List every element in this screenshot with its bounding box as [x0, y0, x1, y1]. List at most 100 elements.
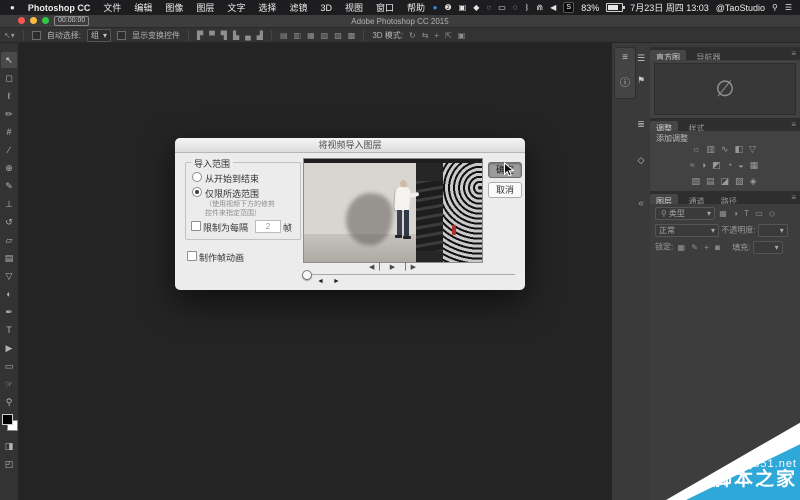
lock-all-icon[interactable]: ◙: [715, 243, 720, 252]
align-top-icon[interactable]: ▙: [233, 31, 239, 40]
hand-tool[interactable]: ☞: [1, 376, 17, 392]
blend-mode-dropdown[interactable]: 正常▾: [655, 224, 719, 237]
adjustment-vibrance-icon[interactable]: ▽: [749, 144, 762, 154]
adjustment-curves-icon[interactable]: ∿: [721, 144, 735, 154]
panel-menu-icon[interactable]: ≡: [791, 47, 800, 58]
bluetooth-icon[interactable]: ᛒ: [525, 3, 530, 12]
3d-slide-icon[interactable]: ⇱: [445, 31, 452, 40]
adjustment-gradient-map-icon[interactable]: ▨: [735, 176, 750, 186]
3d-roll-icon[interactable]: ⇆: [422, 31, 429, 40]
align-right-icon[interactable]: ▜: [221, 31, 227, 40]
path-selection-tool[interactable]: ▶: [1, 340, 17, 356]
range-full-radio[interactable]: [192, 172, 202, 182]
opacity-dropdown[interactable]: ▾: [758, 224, 788, 237]
adjustment-levels-icon[interactable]: ▥: [706, 144, 721, 154]
align-bottom-icon[interactable]: ▟: [257, 31, 263, 40]
notification-center-icon[interactable]: ☰: [785, 3, 792, 12]
camera-icon[interactable]: ▣: [459, 3, 467, 12]
menu-3d[interactable]: 3D: [320, 3, 332, 13]
blur-tool[interactable]: ▽: [1, 268, 17, 284]
menubar-account[interactable]: @TaoStudio: [716, 3, 765, 13]
filter-type-icon[interactable]: T: [744, 209, 749, 218]
menu-image[interactable]: 图像: [165, 1, 183, 14]
trim-out-marker[interactable]: ►: [333, 278, 340, 285]
limit-frames-label[interactable]: 限制为每隔: [203, 221, 248, 234]
distribute-icon[interactable]: ▦: [307, 31, 315, 40]
adjustment-photo-filter-icon[interactable]: ◔: [727, 160, 738, 170]
layer-filter-dropdown[interactable]: ⚲类型 ▾: [655, 207, 715, 220]
spotlight-icon[interactable]: ⚲: [772, 3, 778, 12]
3d-rotate-icon[interactable]: ↻: [409, 31, 416, 40]
notes-panel-icon[interactable]: ⚑: [634, 75, 648, 86]
crop-tool[interactable]: #: [1, 124, 17, 140]
adjustment-hue-saturation-icon[interactable]: ≈: [690, 160, 701, 170]
limit-frames-checkbox[interactable]: [191, 221, 201, 231]
move-tool-preset-icon[interactable]: ↖▾: [4, 31, 15, 40]
menu-help[interactable]: 帮助: [407, 1, 425, 14]
fill-dropdown[interactable]: ▾: [753, 241, 783, 254]
lock-transparency-icon[interactable]: ▦: [677, 243, 685, 252]
3d-drag-icon[interactable]: +: [434, 31, 439, 40]
input-method-icon[interactable]: S: [563, 2, 574, 13]
adjustment-selective-color-icon[interactable]: ◈: [750, 176, 763, 186]
panel-menu-icon[interactable]: ≡: [791, 118, 800, 129]
lock-image-icon[interactable]: ✎: [691, 243, 698, 252]
limit-frames-input[interactable]: 2: [255, 220, 281, 233]
eraser-tool[interactable]: ▱: [1, 232, 17, 248]
type-tool[interactable]: T: [1, 322, 17, 338]
menu-edit[interactable]: 编辑: [134, 1, 152, 14]
align-center-v-icon[interactable]: ▄: [245, 31, 251, 40]
history-panel-icon[interactable]: ≣: [634, 119, 648, 130]
marquee-tool[interactable]: ◻: [1, 70, 17, 86]
filter-pixel-icon[interactable]: ▦: [719, 209, 727, 218]
time-machine-icon[interactable]: ◌: [513, 3, 518, 12]
cancel-button[interactable]: 取消: [488, 182, 522, 198]
adjustment-channel-mixer-icon[interactable]: ◒: [738, 160, 749, 170]
menu-layer[interactable]: 图层: [196, 1, 214, 14]
menu-type[interactable]: 文字: [227, 1, 245, 14]
lock-position-icon[interactable]: +: [704, 243, 709, 252]
notification-badge-icon[interactable]: ●: [433, 3, 438, 12]
history-brush-tool[interactable]: ↺: [1, 214, 17, 230]
scrubber-track[interactable]: [305, 274, 515, 275]
dimmed-status-icon[interactable]: ○: [486, 3, 491, 12]
3d-scale-icon[interactable]: ▣: [458, 31, 466, 40]
filter-shape-icon[interactable]: ▭: [755, 209, 763, 218]
lasso-tool[interactable]: ℓ: [1, 88, 17, 104]
menubar-clock[interactable]: 7月23日 周四 13:03: [630, 1, 709, 14]
adjustment-exposure-icon[interactable]: ◧: [734, 144, 749, 154]
clone-stamp-tool[interactable]: ⊥: [1, 196, 17, 212]
brush-tool[interactable]: ✎: [1, 178, 17, 194]
apple-menu-icon[interactable]: ●: [10, 3, 15, 12]
distribute-icon[interactable]: ▩: [348, 31, 356, 40]
distribute-icon[interactable]: ▥: [294, 31, 302, 40]
auto-select-dropdown[interactable]: 组▾: [87, 29, 111, 42]
healing-brush-tool[interactable]: ⊕: [1, 160, 17, 176]
panel-menu-icon[interactable]: ≡: [791, 191, 800, 202]
make-frame-animation-label[interactable]: 制作帧动画: [199, 251, 244, 264]
step-back-button[interactable]: ◀▏: [369, 264, 390, 271]
menu-window[interactable]: 窗口: [376, 1, 394, 14]
adjustment-threshold-icon[interactable]: ◪: [721, 176, 736, 186]
info-panel-icon[interactable]: ⓘ: [615, 74, 635, 89]
play-button[interactable]: ▶: [390, 264, 400, 271]
character-panel-icon[interactable]: ☰: [634, 53, 648, 64]
move-tool[interactable]: ↖: [1, 52, 17, 68]
app-menu[interactable]: Photoshop CC: [28, 3, 91, 13]
menu-file[interactable]: 文件: [103, 1, 121, 14]
eyedropper-tool[interactable]: ∕: [1, 142, 17, 158]
wifi-icon[interactable]: ⋒: [536, 3, 543, 12]
display-icon[interactable]: ▭: [498, 3, 506, 12]
menu-view[interactable]: 视图: [345, 1, 363, 14]
screen-mode-button[interactable]: ◰: [1, 456, 17, 472]
gradient-tool[interactable]: ▤: [1, 250, 17, 266]
distribute-icon[interactable]: ▤: [280, 31, 288, 40]
zoom-tool[interactable]: ⚲: [1, 394, 17, 410]
distribute-icon[interactable]: ▨: [334, 31, 342, 40]
quick-mask-button[interactable]: ◨: [1, 438, 17, 454]
align-center-h-icon[interactable]: ▀: [209, 31, 215, 40]
distribute-icon[interactable]: ▧: [321, 31, 329, 40]
scrubber-handle[interactable]: [302, 270, 312, 280]
align-left-icon[interactable]: ▛: [197, 31, 203, 40]
menu-filter[interactable]: 滤镜: [289, 1, 307, 14]
